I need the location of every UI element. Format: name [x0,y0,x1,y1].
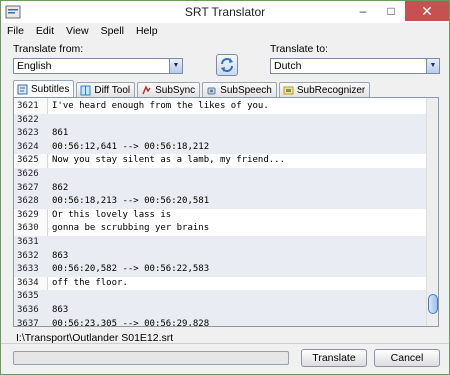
title-bar[interactable]: SRT Translator – □ ✕ [1,1,449,23]
editor-line[interactable]: 3625 Now you stay silent as a lamb, my fr… [14,154,426,168]
tab-diff-tool[interactable]: Diff Tool [76,82,136,97]
chevron-down-icon[interactable]: ▼ [169,59,182,73]
recognizer-icon [283,86,294,94]
line-text[interactable]: 00:56:20,582 --> 00:56:22,583 [52,264,209,274]
editor-line[interactable]: 3634 off the floor. [14,277,426,291]
menu-view[interactable]: View [60,23,95,39]
line-number: 3630 [17,223,39,234]
diff-icon [80,85,91,95]
translate-from-value: English [17,60,52,72]
tab-label: SubSpeech [220,84,272,96]
editor-line[interactable]: 3629 Or this lovely lass is [14,209,426,223]
line-text[interactable]: 00:56:12,641 --> 00:56:18,212 [52,142,209,152]
translate-button[interactable]: Translate [301,349,367,367]
translate-to-select[interactable]: Dutch ▼ [270,58,440,74]
progress-bar [13,351,289,365]
line-text[interactable]: 863 [52,305,68,315]
line-text[interactable]: 00:56:23,305 --> 00:56:29,828 [52,319,209,326]
editor-line[interactable]: 3631 [14,236,426,250]
app-window: SRT Translator – □ ✕ File Edit View Spel… [0,0,450,375]
scrollbar-thumb[interactable] [428,294,438,314]
swap-icon [221,58,233,72]
line-text[interactable]: Or this lovely lass is [52,210,171,220]
line-number: 3621 [17,101,39,111]
maximize-button[interactable]: □ [377,1,405,21]
editor-line[interactable]: 3636 863 [14,304,426,318]
line-text[interactable]: gonna be scrubbing yer brains [52,223,209,233]
line-number: 3637 [17,318,39,327]
tab-strip: Subtitles Diff Tool SubSync SubSpeech Su… [13,80,372,97]
tab-label: SubRecognizer [296,84,366,96]
menu-bar: File Edit View Spell Help [1,23,449,39]
vertical-scrollbar[interactable] [426,98,438,326]
tab-label: SubSync [155,84,196,96]
tab-subtitles[interactable]: Subtitles [13,80,75,97]
line-number: 3636 [17,305,39,315]
menu-file[interactable]: File [1,23,30,39]
line-number: 3635 [17,291,39,302]
line-number: 3626 [17,169,39,179]
editor-line[interactable]: 3635 [14,290,426,304]
editor-line[interactable]: 3633 00:56:20,582 --> 00:56:22,583 [14,263,426,277]
line-number: 3633 [17,264,39,275]
line-text[interactable]: I've heard enough from the likes of you. [52,101,269,111]
editor-line[interactable]: 3630 gonna be scrubbing yer brains [14,222,426,236]
editor-line[interactable]: 3623 861 [14,127,426,141]
line-number: 3628 [17,196,39,207]
subtitles-icon [17,84,28,94]
editor-line[interactable]: 3627 862 [14,181,426,196]
editor-line[interactable]: 3626 [14,168,426,182]
line-text[interactable]: 00:56:18,213 --> 00:56:20,581 [52,196,209,206]
editor-line[interactable]: 3632 863 [14,249,426,264]
tab-subspeech[interactable]: SubSpeech [202,82,277,97]
divider [1,343,449,344]
translate-from-label: Translate from: [13,43,84,55]
tab-subsync[interactable]: SubSync [137,82,201,97]
speech-icon [207,87,216,94]
line-number: 3624 [17,141,39,152]
menu-edit[interactable]: Edit [30,23,60,39]
editor-line[interactable]: 3624 00:56:12,641 --> 00:56:18,212 [14,140,426,155]
line-number: 3632 [17,250,39,261]
menu-help[interactable]: Help [130,23,164,39]
swap-languages-button[interactable] [216,54,238,76]
editor-line[interactable]: 3628 00:56:18,213 --> 00:56:20,581 [14,195,426,209]
chevron-down-icon[interactable]: ▼ [426,59,439,73]
tab-label: Subtitles [31,83,70,95]
line-number: 3634 [17,277,39,288]
translate-from-select[interactable]: English ▼ [13,58,183,74]
tab-subrecognizer[interactable]: SubRecognizer [278,82,371,97]
sync-icon [142,84,151,94]
line-text[interactable]: 862 [52,183,68,193]
line-number: 3629 [17,209,39,220]
line-text[interactable]: 861 [52,128,68,138]
line-number: 3623 [17,128,39,139]
line-text[interactable]: Now you stay silent as a lamb, my friend… [52,155,285,165]
close-button[interactable]: ✕ [405,1,449,21]
line-number: 3625 [17,155,39,166]
editor-line[interactable]: 3621 I've heard enough from the likes of … [14,100,426,114]
line-number: 3627 [17,182,39,193]
translate-to-label: Translate to: [270,43,328,55]
minimize-button[interactable]: – [349,1,377,21]
line-number: 3622 [17,114,39,125]
cancel-button[interactable]: Cancel [374,349,440,367]
line-text[interactable]: 863 [52,251,68,261]
menu-spell[interactable]: Spell [95,23,130,39]
editor-line[interactable]: 3622 [14,113,426,128]
line-number: 3631 [17,237,39,247]
tab-label: Diff Tool [94,84,131,96]
subtitle-editor[interactable]: 3621 I've heard enough from the likes of … [13,97,439,327]
line-text[interactable]: off the floor. [52,278,128,288]
editor-line[interactable]: 3637 00:56:23,305 --> 00:56:29,828 [14,317,426,327]
translate-to-value: Dutch [274,60,302,72]
